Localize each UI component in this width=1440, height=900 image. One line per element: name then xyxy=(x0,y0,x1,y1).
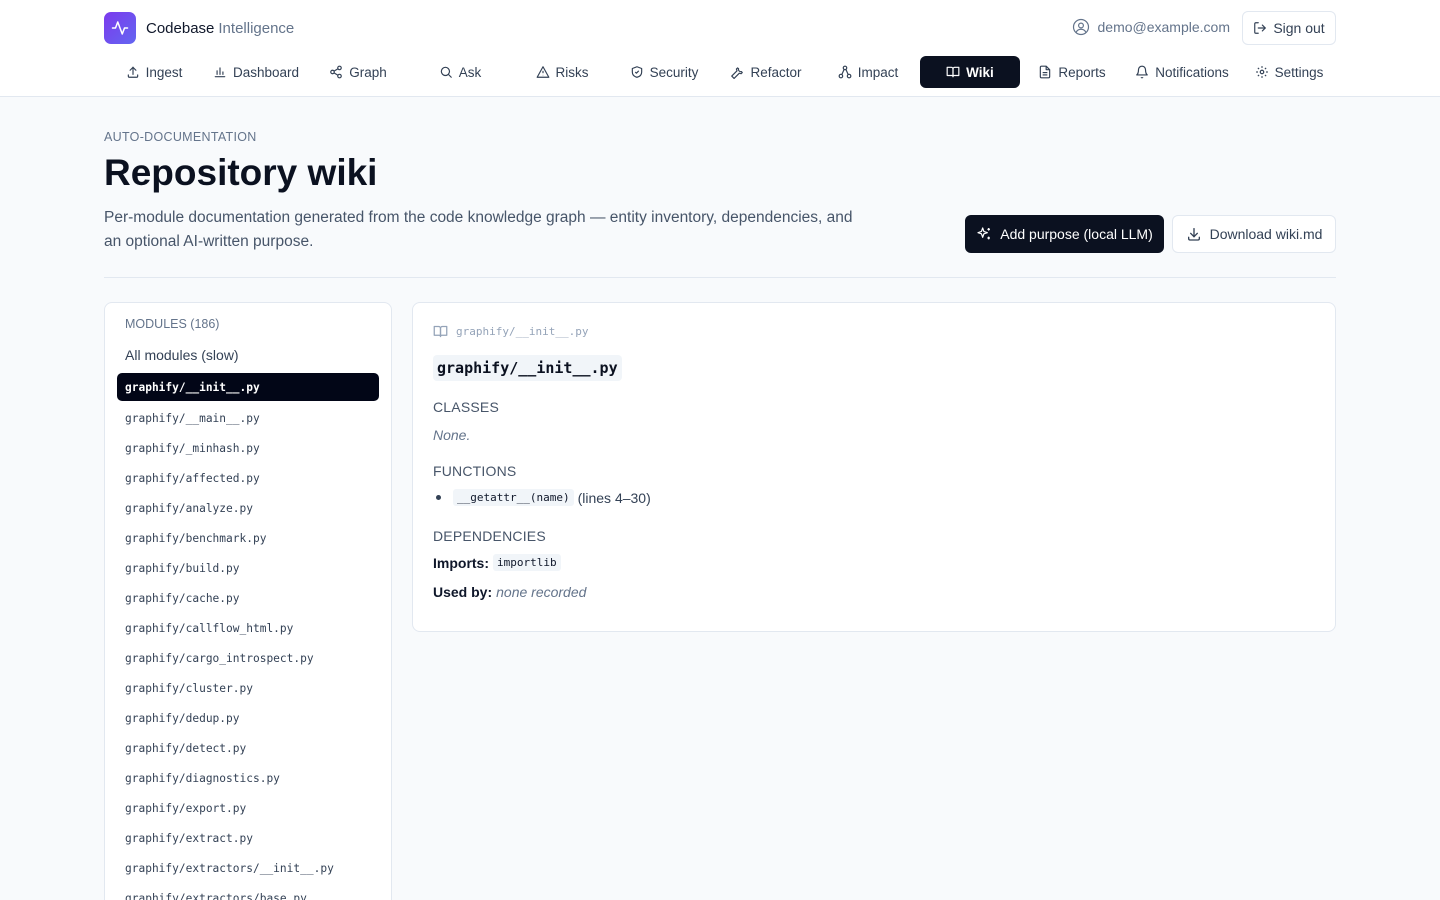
page-title: Repository wiki xyxy=(104,152,378,193)
nav-security[interactable]: Security xyxy=(612,56,716,88)
brand-subtitle: Intelligence xyxy=(218,19,295,37)
module-list-item[interactable]: graphify/extract.py xyxy=(117,823,379,853)
breadcrumb-path: graphify/__init__.py xyxy=(456,325,589,338)
book-icon xyxy=(946,66,960,78)
nav-risks-label: Risks xyxy=(555,64,589,80)
module-list-item[interactable]: graphify/benchmark.py xyxy=(117,523,379,553)
nav-notifications[interactable]: Notifications xyxy=(1124,56,1240,88)
add-purpose-button[interactable]: Add purpose (local LLM) xyxy=(965,215,1164,253)
module-list-item[interactable]: graphify/cluster.py xyxy=(117,673,379,703)
module-list-item[interactable]: graphify/dedup.py xyxy=(117,703,379,733)
modules-heading: MODULES (186) xyxy=(125,317,220,331)
download-wiki-button[interactable]: Download wiki.md xyxy=(1172,215,1336,253)
all-modules-link[interactable]: All modules (slow) xyxy=(125,347,239,363)
user-email: demo@example.com xyxy=(1097,19,1231,35)
nav-ingest-label: Ingest xyxy=(145,64,183,80)
user-circle-icon xyxy=(1072,18,1089,36)
nav-wiki-label: Wiki xyxy=(966,64,994,80)
nav-security-label: Security xyxy=(649,64,699,80)
dependencies-heading: DEPENDENCIES xyxy=(433,528,546,544)
sign-out-label: Sign out xyxy=(1273,20,1325,36)
add-purpose-label: Add purpose (local LLM) xyxy=(1000,226,1153,242)
nav-refactor[interactable]: Refactor xyxy=(716,56,816,88)
module-list-item[interactable]: graphify/callflow_html.py xyxy=(117,613,379,643)
nav-notifications-label: Notifications xyxy=(1155,64,1229,80)
brand[interactable]: Codebase Intelligence xyxy=(104,12,294,44)
nav-ingest[interactable]: Ingest xyxy=(104,56,204,88)
nav-dashboard[interactable]: Dashboard xyxy=(204,56,308,88)
nav-risks[interactable]: Risks xyxy=(512,56,612,88)
classes-empty: None. xyxy=(433,427,471,443)
breadcrumb: graphify/__init__.py xyxy=(433,324,588,339)
function-lines: (lines 4–30) xyxy=(577,489,651,506)
module-list-item[interactable]: graphify/build.py xyxy=(117,553,379,583)
sparkles-icon xyxy=(977,227,991,240)
used-by-value: none recorded xyxy=(496,584,587,600)
imports-label: Imports: xyxy=(433,554,489,571)
user-account: demo@example.com xyxy=(1072,18,1231,36)
sign-out-button[interactable]: Sign out xyxy=(1242,11,1336,45)
network-icon xyxy=(838,65,852,79)
nav-refactor-label: Refactor xyxy=(750,64,802,80)
nav-ask-label: Ask xyxy=(458,64,482,80)
module-list-item[interactable]: graphify/__init__.py xyxy=(117,373,379,401)
nav-graph-label: Graph xyxy=(349,64,387,80)
brand-name: Codebase xyxy=(146,19,215,37)
wrench-icon xyxy=(731,67,744,79)
function-signature: __getattr__(name) xyxy=(453,489,574,506)
module-list-item[interactable]: graphify/cargo_introspect.py xyxy=(117,643,379,673)
book-icon xyxy=(433,325,448,338)
main-nav: Ingest Dashboard Graph Ask Risks Securit… xyxy=(104,56,1338,88)
warning-icon xyxy=(536,66,549,78)
activity-logo-icon xyxy=(104,12,136,44)
modules-sidebar: MODULES (186) All modules (slow) graphif… xyxy=(104,302,392,900)
top-bar: Codebase Intelligence demo@example.com S… xyxy=(0,0,1440,97)
page-eyebrow: AUTO-DOCUMENTATION xyxy=(104,130,257,144)
module-list-item[interactable]: graphify/__main__.py xyxy=(117,403,379,433)
file-icon xyxy=(1040,65,1051,79)
module-list: graphify/__init__.py graphify/__main__.py… xyxy=(117,373,379,900)
module-list-item[interactable]: graphify/affected.py xyxy=(117,463,379,493)
download-icon xyxy=(1187,228,1200,241)
download-wiki-label: Download wiki.md xyxy=(1209,226,1323,242)
module-list-item[interactable]: graphify/_minhash.py xyxy=(117,433,379,463)
nav-impact[interactable]: Impact xyxy=(816,56,920,88)
used-by-row: Used by: none recorded xyxy=(433,584,586,600)
nav-reports-label: Reports xyxy=(1058,64,1106,80)
module-list-item[interactable]: graphify/export.py xyxy=(117,793,379,823)
function-item: __getattr__(name) (lines 4–30) xyxy=(433,489,651,506)
search-icon xyxy=(440,66,452,78)
share-icon xyxy=(330,65,343,79)
nav-impact-label: Impact xyxy=(857,64,899,80)
module-list-item[interactable]: graphify/cache.py xyxy=(117,583,379,613)
module-list-item[interactable]: graphify/diagnostics.py xyxy=(117,763,379,793)
nav-wiki[interactable]: Wiki xyxy=(920,56,1020,88)
import-chip: importlib xyxy=(493,554,561,571)
nav-reports[interactable]: Reports xyxy=(1020,56,1124,88)
module-detail-card: graphify/__init__.py graphify/__init__.p… xyxy=(412,302,1336,632)
imports-row: Imports: importlib xyxy=(433,554,565,571)
functions-heading: FUNCTIONS xyxy=(433,463,517,479)
nav-settings[interactable]: Settings xyxy=(1240,56,1338,88)
gear-icon xyxy=(1255,66,1268,78)
nav-settings-label: Settings xyxy=(1274,64,1324,80)
classes-heading: CLASSES xyxy=(433,399,499,415)
section-divider xyxy=(104,277,1336,278)
module-list-item[interactable]: graphify/extractors/__init__.py xyxy=(117,853,379,883)
nav-ask[interactable]: Ask xyxy=(408,56,512,88)
nav-graph[interactable]: Graph xyxy=(308,56,408,88)
module-list-item[interactable]: graphify/detect.py xyxy=(117,733,379,763)
used-by-label: Used by: xyxy=(433,584,493,600)
shield-icon xyxy=(631,66,642,78)
log-out-icon xyxy=(1254,22,1267,34)
page-description: Per-module documentation generated from … xyxy=(104,209,853,250)
bar-chart-icon xyxy=(214,67,226,78)
module-title: graphify/__init__.py xyxy=(433,355,622,381)
module-list-item[interactable]: graphify/extractors/base.py xyxy=(117,883,379,900)
nav-dashboard-label: Dashboard xyxy=(232,64,300,80)
bell-icon xyxy=(1136,65,1149,79)
bullet xyxy=(436,495,441,500)
module-list-item[interactable]: graphify/analyze.py xyxy=(117,493,379,523)
upload-icon xyxy=(127,66,138,78)
